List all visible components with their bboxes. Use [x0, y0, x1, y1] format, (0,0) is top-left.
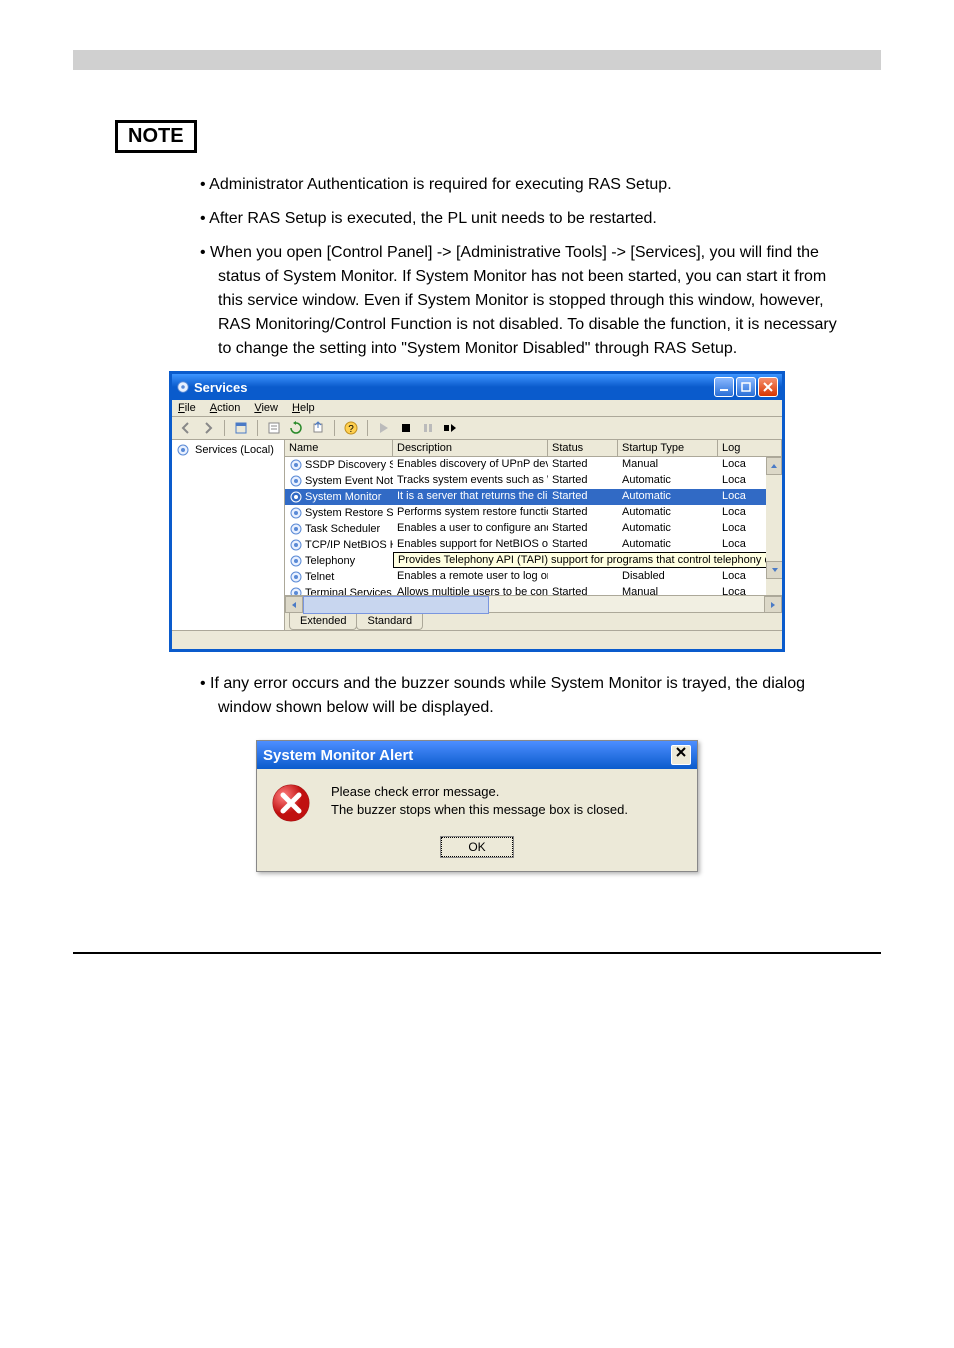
alert-body: Please check error message. The buzzer s… [257, 769, 697, 837]
menu-file[interactable]: File [178, 402, 196, 414]
alert-titlebar[interactable]: System Monitor Alert [257, 741, 697, 769]
right-panel: Name Description Status Startup Type Log… [285, 440, 782, 630]
service-row[interactable]: TelnetEnables a remote user to log on …D… [285, 569, 782, 585]
vertical-scrollbar[interactable] [766, 457, 782, 595]
gear-icon [176, 443, 190, 457]
column-status[interactable]: Status [548, 440, 618, 456]
refresh-icon[interactable] [288, 420, 304, 436]
titlebar[interactable]: Services [172, 374, 782, 400]
menu-help[interactable]: Help [292, 402, 315, 414]
alert-bullet: • If any error occurs and the buzzer sou… [200, 672, 839, 720]
toolbar: ? [172, 417, 782, 440]
forward-icon[interactable] [200, 420, 216, 436]
tab-standard[interactable]: Standard [356, 613, 423, 630]
gear-icon [289, 538, 303, 552]
maximize-button[interactable] [736, 377, 756, 397]
export-icon[interactable] [310, 420, 326, 436]
scrollbar-thumb[interactable] [303, 596, 489, 614]
properties-icon[interactable] [266, 420, 282, 436]
tooltip: Provides Telephony API (TAPI) support fo… [393, 552, 782, 568]
close-button[interactable] [671, 745, 691, 765]
note-bullet: • After RAS Setup is executed, the PL un… [200, 207, 839, 231]
alert-text: Please check error message. The buzzer s… [331, 783, 683, 823]
statusbar [172, 630, 782, 649]
list-rows: SSDP Discovery Ser…Enables discovery of … [285, 457, 782, 595]
alert-title: System Monitor Alert [263, 747, 671, 764]
alert-buttons: OK [257, 837, 697, 871]
gear-icon [289, 474, 303, 488]
alert-intro: • If any error occurs and the buzzer sou… [200, 672, 839, 720]
page-footer-rule [73, 952, 881, 954]
column-name[interactable]: Name [285, 440, 393, 456]
play-icon[interactable] [376, 420, 392, 436]
close-button[interactable] [758, 377, 778, 397]
svg-text:?: ? [348, 424, 354, 435]
gear-icon [289, 570, 303, 584]
note-label: NOTE [115, 120, 197, 153]
page-header-bar [73, 50, 881, 70]
services-window: Services File Action View Help ? [169, 371, 785, 652]
service-row[interactable]: SSDP Discovery Ser…Enables discovery of … [285, 457, 782, 473]
service-row[interactable]: Terminal ServicesAllows multiple users t… [285, 585, 782, 595]
gear-icon [289, 522, 303, 536]
minimize-button[interactable] [714, 377, 734, 397]
up-icon[interactable] [233, 420, 249, 436]
service-row[interactable]: System Event Notifi…Tracks system events… [285, 473, 782, 489]
pause-icon[interactable] [420, 420, 436, 436]
service-row[interactable]: TCP/IP NetBIOS Hel…Enables support for N… [285, 537, 782, 553]
error-icon [271, 783, 311, 823]
service-row[interactable]: Task SchedulerEnables a user to configur… [285, 521, 782, 537]
gear-icon [289, 490, 303, 504]
scroll-down-icon[interactable] [766, 561, 782, 579]
column-startup-type[interactable]: Startup Type [618, 440, 718, 456]
menu-action[interactable]: Action [210, 402, 241, 414]
column-logon[interactable]: Log [718, 440, 782, 456]
ok-button[interactable]: OK [441, 837, 512, 857]
menu-view[interactable]: View [254, 402, 278, 414]
service-row[interactable]: System Restore Ser…Performs system resto… [285, 505, 782, 521]
column-description[interactable]: Description [393, 440, 548, 456]
gear-icon [289, 506, 303, 520]
window-body: Services (Local) Name Description Status… [172, 440, 782, 630]
tree-item-services-local[interactable]: Services (Local) [174, 442, 282, 458]
scroll-up-icon[interactable] [766, 457, 782, 475]
service-row[interactable]: System MonitorIt is a server that return… [285, 489, 782, 505]
note-bullet: • Administrator Authentication is requir… [200, 173, 839, 197]
gear-icon [289, 554, 303, 568]
left-panel: Services (Local) [172, 440, 285, 630]
window-title: Services [194, 380, 714, 395]
restart-icon[interactable] [442, 420, 458, 436]
horizontal-scrollbar[interactable] [285, 595, 782, 612]
gear-icon [289, 458, 303, 472]
back-icon[interactable] [178, 420, 194, 436]
list-header: Name Description Status Startup Type Log [285, 440, 782, 457]
menubar: File Action View Help [172, 400, 782, 417]
tabs: Extended Standard [285, 612, 782, 630]
note-bullet: • When you open [Control Panel] -> [Admi… [200, 241, 839, 361]
help-icon[interactable]: ? [343, 420, 359, 436]
tab-extended[interactable]: Extended [289, 613, 357, 630]
alert-dialog: System Monitor Alert Please check error … [256, 740, 698, 872]
gear-icon [289, 586, 303, 595]
note-content: • Administrator Authentication is requir… [200, 173, 839, 361]
stop-icon[interactable] [398, 420, 414, 436]
gear-icon [176, 380, 190, 394]
